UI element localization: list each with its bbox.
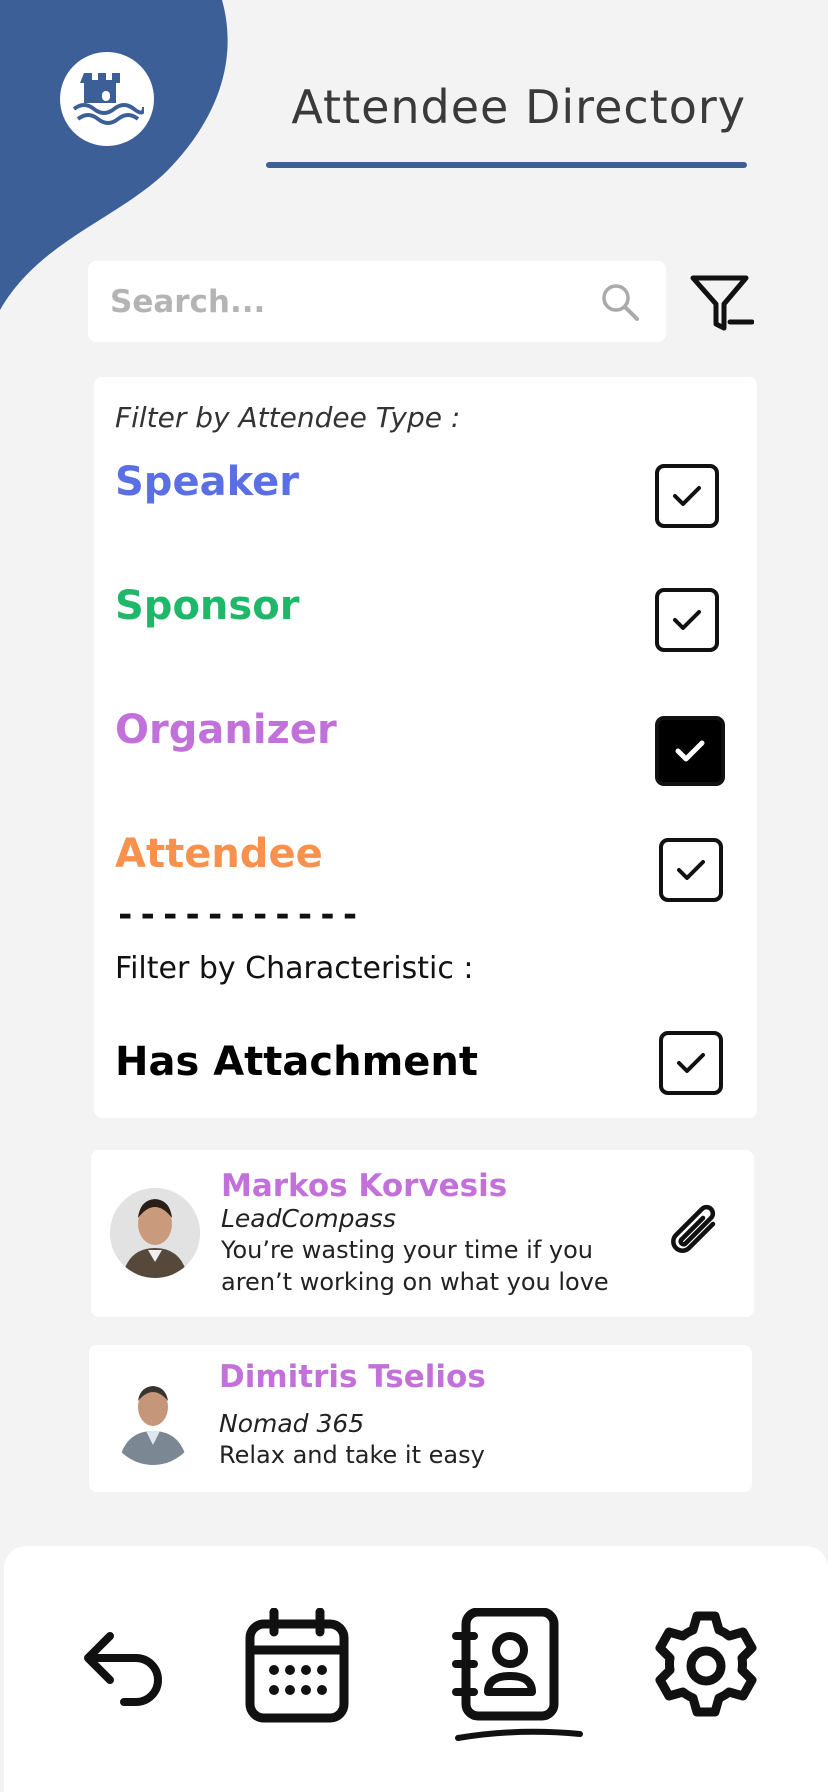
person-avatar-icon — [108, 1375, 198, 1465]
active-underline — [455, 1728, 583, 1741]
app-logo — [60, 52, 154, 146]
avatar — [110, 1188, 200, 1278]
person-avatar-icon — [110, 1188, 200, 1278]
search-icon[interactable] — [600, 282, 640, 322]
checkmark-icon — [675, 740, 705, 762]
filter-row-organizer: Organizer — [115, 707, 735, 777]
filter-row-speaker: Speaker — [115, 459, 735, 529]
filter-label-attendee: Attendee — [115, 831, 323, 877]
paperclip-icon[interactable] — [665, 1202, 723, 1264]
speaker-checkbox[interactable] — [655, 464, 719, 528]
filter-label-speaker: Speaker — [115, 459, 299, 505]
filter-minus-icon[interactable] — [688, 270, 754, 336]
checkmark-icon — [673, 610, 701, 630]
attendee-card[interactable]: Dimitris Tselios Nomad 365 Relax and tak… — [89, 1345, 752, 1492]
filter-panel: Filter by Attendee Type : Speaker Sponso… — [94, 377, 757, 1118]
filter-row-attendee: Attendee — [115, 831, 735, 901]
attendee-card[interactable]: Markos Korvesis LeadCompass You’re wasti… — [91, 1150, 754, 1317]
has-attachment-checkbox[interactable] — [659, 1031, 723, 1095]
section-divider: ----------- — [115, 895, 363, 935]
checkmark-icon — [677, 1053, 705, 1073]
organizer-checkbox[interactable] — [655, 716, 725, 786]
checkmark-icon — [677, 860, 705, 880]
filter-type-heading: Filter by Attendee Type : — [115, 401, 461, 434]
back-arrow-icon[interactable] — [80, 1628, 170, 1708]
attendee-quote: You’re wasting your time if you aren’t w… — [221, 1236, 609, 1296]
filter-characteristic-heading: Filter by Characteristic : — [115, 951, 474, 986]
filter-label-sponsor: Sponsor — [115, 583, 300, 629]
search-bar — [88, 261, 666, 342]
sponsor-checkbox[interactable] — [655, 588, 719, 652]
calendar-icon[interactable] — [244, 1608, 350, 1724]
filter-label-has-attachment: Has Attachment — [115, 1039, 478, 1085]
search-input[interactable] — [110, 283, 550, 320]
castle-wave-logo-icon — [72, 73, 144, 125]
checkmark-icon — [673, 486, 701, 506]
attendee-company: LeadCompass — [221, 1204, 396, 1233]
filter-row-sponsor: Sponsor — [115, 583, 735, 653]
gear-icon[interactable] — [648, 1608, 764, 1724]
attendee-name: Dimitris Tselios — [219, 1359, 486, 1395]
contacts-book-icon[interactable] — [444, 1608, 586, 1744]
attendee-quote: Relax and take it easy — [219, 1441, 485, 1469]
avatar — [108, 1375, 198, 1465]
filter-label-organizer: Organizer — [115, 707, 337, 753]
attendee-name: Markos Korvesis — [221, 1168, 508, 1204]
page-title: Attendee Directory — [291, 80, 746, 134]
bottom-nav — [4, 1546, 828, 1792]
title-underline — [266, 162, 747, 168]
attendee-checkbox[interactable] — [659, 838, 723, 902]
attendee-company: Nomad 365 — [219, 1409, 365, 1438]
